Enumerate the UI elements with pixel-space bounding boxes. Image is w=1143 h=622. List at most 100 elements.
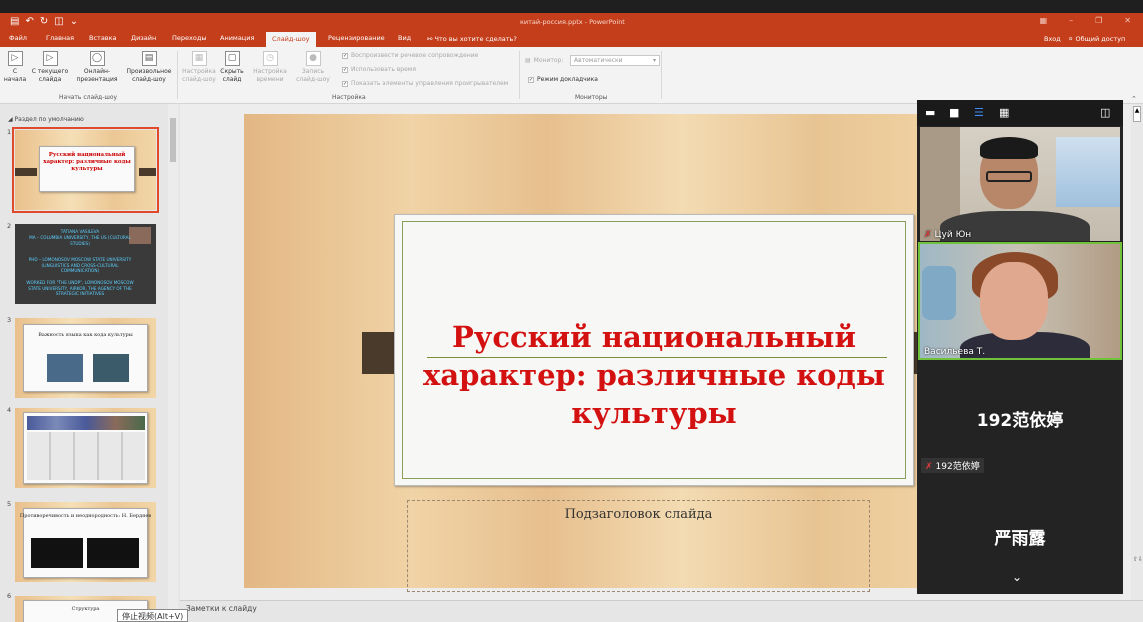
- slide-thumbnail-5[interactable]: Противоречивость и неоднородность: Н. Бе…: [15, 502, 156, 582]
- participant-name: ✗ Цуй Юн: [924, 230, 972, 240]
- close-icon[interactable]: ✕: [1124, 16, 1131, 25]
- tab-file[interactable]: Файл: [9, 34, 27, 42]
- slide-thumbnail-3[interactable]: Важность языка как кода культуры: [15, 318, 156, 398]
- tab-animation[interactable]: Анимация: [220, 34, 254, 42]
- tab-transitions[interactable]: Переходы: [172, 34, 206, 42]
- record-icon: ●: [305, 51, 321, 66]
- scrollbar-thumb[interactable]: [170, 118, 176, 162]
- photo: [87, 538, 139, 568]
- presenter-view-checkbox[interactable]: ✓ Режим докладчика: [528, 76, 598, 83]
- tell-me-search[interactable]: ⚯ Что вы хотите сделать?: [427, 35, 517, 43]
- slide-title[interactable]: Русский национальный характер: различные…: [419, 318, 889, 432]
- tab-slideshow[interactable]: Слайд-шоу: [266, 32, 316, 47]
- single-view-icon[interactable]: ■: [949, 106, 959, 119]
- group-label-monitors: Мониторы: [575, 94, 608, 101]
- chevron-down-icon[interactable]: ⌄: [1012, 570, 1022, 584]
- slide-thumbnail-4[interactable]: [15, 408, 156, 488]
- present-icon[interactable]: ◫: [54, 16, 63, 27]
- save-icon[interactable]: ▤: [10, 16, 19, 27]
- online-present-icon: ◯: [89, 51, 105, 66]
- ribbon-display-icon[interactable]: ▦: [1040, 16, 1048, 25]
- subtitle-placeholder[interactable]: Подзаголовок слайда: [407, 500, 870, 592]
- grid-view-icon[interactable]: ▦: [999, 106, 1009, 119]
- minimize-icon[interactable]: ▬: [925, 106, 935, 119]
- checkbox-icon: ✓: [342, 66, 348, 73]
- hide-slide-button[interactable]: ▢ Скрыть слайд: [219, 51, 245, 84]
- mic-muted-icon: ✗: [924, 230, 932, 240]
- minimize-icon[interactable]: –: [1069, 16, 1073, 25]
- rehearse-timings-button[interactable]: ◷ Настройка времени: [250, 51, 290, 84]
- record-slideshow-button[interactable]: ● Запись слайд-шоу: [291, 51, 335, 84]
- thumb-title: Русский национальный характер: различные…: [43, 152, 131, 172]
- mic-muted-icon: ✗: [925, 462, 933, 472]
- collapse-ribbon-icon[interactable]: ⌃: [1131, 95, 1137, 103]
- slide-thumbnail-1[interactable]: Русский национальный характер: различные…: [12, 127, 159, 213]
- video-tile-2[interactable]: Васильева Т.: [918, 242, 1122, 360]
- tab-design[interactable]: Дизайн: [131, 34, 156, 42]
- participant-tile-4-name[interactable]: 严雨露: [917, 524, 1123, 549]
- subtitle-text: Подзаголовок слайда: [564, 507, 713, 522]
- monitor-label: ▤ Монитор:: [525, 57, 564, 64]
- person-hair: [980, 137, 1038, 159]
- custom-show-icon: ▤: [141, 51, 157, 66]
- participant-tile-3-name[interactable]: 192范依婷: [917, 406, 1123, 431]
- prev-next-slide-icon[interactable]: ⇧⇩: [1133, 556, 1143, 586]
- video-panel-toolbar: ▬ ■ ☰ ▦ ◫: [917, 100, 1123, 126]
- maximize-icon[interactable]: ❐: [1095, 16, 1102, 25]
- tab-view[interactable]: Вид: [398, 34, 411, 42]
- notes-bar[interactable]: Заметки к слайду: [180, 600, 1143, 622]
- thumb-line: MA – COLUMBIA UNIVERSITY, THE US (CULTUR…: [29, 235, 131, 246]
- ribbon-tabs: Файл Главная Вставка Дизайн Переходы Ани…: [0, 31, 1143, 47]
- play-narrations-checkbox[interactable]: ✓ Воспроизвести речевое сопровождение: [342, 52, 478, 59]
- setup-show-button[interactable]: ▦ Настройка слайд-шоу: [180, 51, 218, 84]
- custom-slideshow-button[interactable]: ▤ Произвольное слайд-шоу: [124, 51, 174, 84]
- slideshow-icon: ▷: [7, 51, 23, 66]
- customize-icon[interactable]: ⌄: [70, 16, 78, 27]
- timer-icon: ◷: [262, 51, 278, 66]
- slide-number: 1: [7, 128, 12, 136]
- tab-home[interactable]: Главная: [46, 34, 74, 42]
- window-title: китай-россия.pptx - PowerPoint: [520, 18, 625, 26]
- setup-icon: ▦: [191, 51, 207, 66]
- scroll-up-icon[interactable]: ▲: [1133, 106, 1141, 122]
- quick-access-toolbar: ▤ ↶ ↻ ◫ ⌄: [10, 16, 78, 27]
- slide-number: 2: [7, 222, 12, 230]
- share-button[interactable]: ⚪ Общий доступ: [1068, 35, 1125, 43]
- tab-review[interactable]: Рецензирование: [328, 34, 385, 42]
- current-slide[interactable]: Русский национальный характер: различные…: [244, 114, 928, 592]
- thumb-title: Важность языка как кода культуры: [38, 332, 133, 338]
- editor-scrollbar[interactable]: ▲ ⇧⇩: [1131, 104, 1143, 600]
- group-label-start: Начать слайд-шоу: [59, 94, 118, 101]
- slide-number: 4: [7, 406, 12, 414]
- photo: [31, 538, 83, 568]
- section-header[interactable]: ◢ Раздел по умолчанию: [8, 116, 84, 123]
- online-present-button[interactable]: ◯ Онлайн-презентация: [73, 51, 121, 84]
- list-view-icon[interactable]: ☰: [974, 106, 984, 119]
- lightbulb-icon: ⚯: [427, 35, 435, 43]
- participant-label: ✗ 192范依婷: [921, 458, 984, 473]
- from-beginning-button[interactable]: ▷ С начала: [3, 51, 27, 84]
- expand-icon[interactable]: ◫: [1100, 106, 1110, 119]
- thumbnails-scrollbar[interactable]: [168, 104, 178, 622]
- checkbox-checked-icon: ✓: [528, 76, 534, 83]
- top-strip: [0, 0, 1143, 13]
- from-current-button[interactable]: ▷ С текущего слайда: [30, 51, 70, 84]
- video-tile-1[interactable]: ✗ Цуй Юн: [920, 127, 1120, 241]
- show-media-controls-checkbox[interactable]: ✓ Показать элементы управления проигрыват…: [342, 80, 508, 87]
- tab-insert[interactable]: Вставка: [89, 34, 117, 42]
- window-controls: ▦ – ❐ ✕: [1040, 16, 1131, 25]
- monitor-select[interactable]: Автоматически ▾: [570, 55, 660, 66]
- sign-in-link[interactable]: Вход: [1044, 35, 1061, 43]
- redo-icon[interactable]: ↻: [40, 16, 48, 27]
- use-timings-checkbox[interactable]: ✓ Использовать время: [342, 66, 416, 73]
- decor-bar: [139, 168, 156, 176]
- undo-icon[interactable]: ↶: [25, 16, 33, 27]
- separator: [177, 51, 178, 99]
- notes-placeholder[interactable]: Заметки к слайду: [186, 604, 257, 613]
- stop-video-tooltip: 停止视频(Alt+V): [117, 609, 189, 622]
- person-icon: ⚪: [1068, 35, 1076, 43]
- chevron-down-icon: ▾: [652, 57, 656, 64]
- slide-number: 3: [7, 316, 12, 324]
- slide-thumbnail-2[interactable]: TATIANA VASILEVA MA – COLUMBIA UNIVERSIT…: [15, 224, 156, 304]
- slide-number: 5: [7, 500, 12, 508]
